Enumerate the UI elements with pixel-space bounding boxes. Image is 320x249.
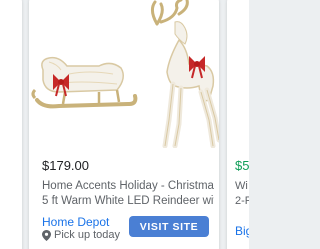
sleigh	[31, 56, 138, 109]
product-title[interactable]: Home Accents Holiday - Christmas - 5 ft …	[42, 179, 214, 209]
pickup-label: Pick up today	[54, 229, 121, 241]
reindeer	[150, 0, 219, 148]
next-product-title-line-1[interactable]: Wi	[235, 180, 248, 192]
product-image[interactable]	[29, 0, 219, 148]
next-product-title-line-2[interactable]: 2-F	[235, 195, 249, 207]
visit-site-button[interactable]: VISIT SITE	[129, 216, 209, 237]
previous-product-card[interactable]	[0, 0, 22, 249]
product-card[interactable]: $179.00 Home Accents Holiday - Christmas…	[29, 0, 219, 249]
product-title-line-1[interactable]: Home Accents Holiday - Christmas -	[42, 179, 214, 194]
store-name[interactable]: Home Depot	[42, 215, 109, 229]
next-product-price: $5	[235, 158, 249, 173]
product-price: $179.00	[42, 158, 89, 173]
next-store-name[interactable]: Big	[235, 224, 249, 238]
pickup-info: Pick up today	[42, 229, 120, 241]
product-title-line-2[interactable]: 5 ft Warm White LED Reindeer with...	[42, 194, 214, 209]
next-product-card[interactable]: $5 Wi 2-F Big	[227, 0, 249, 249]
location-pin-icon	[42, 229, 51, 241]
shopping-carousel: $179.00 Home Accents Holiday - Christmas…	[0, 0, 249, 249]
